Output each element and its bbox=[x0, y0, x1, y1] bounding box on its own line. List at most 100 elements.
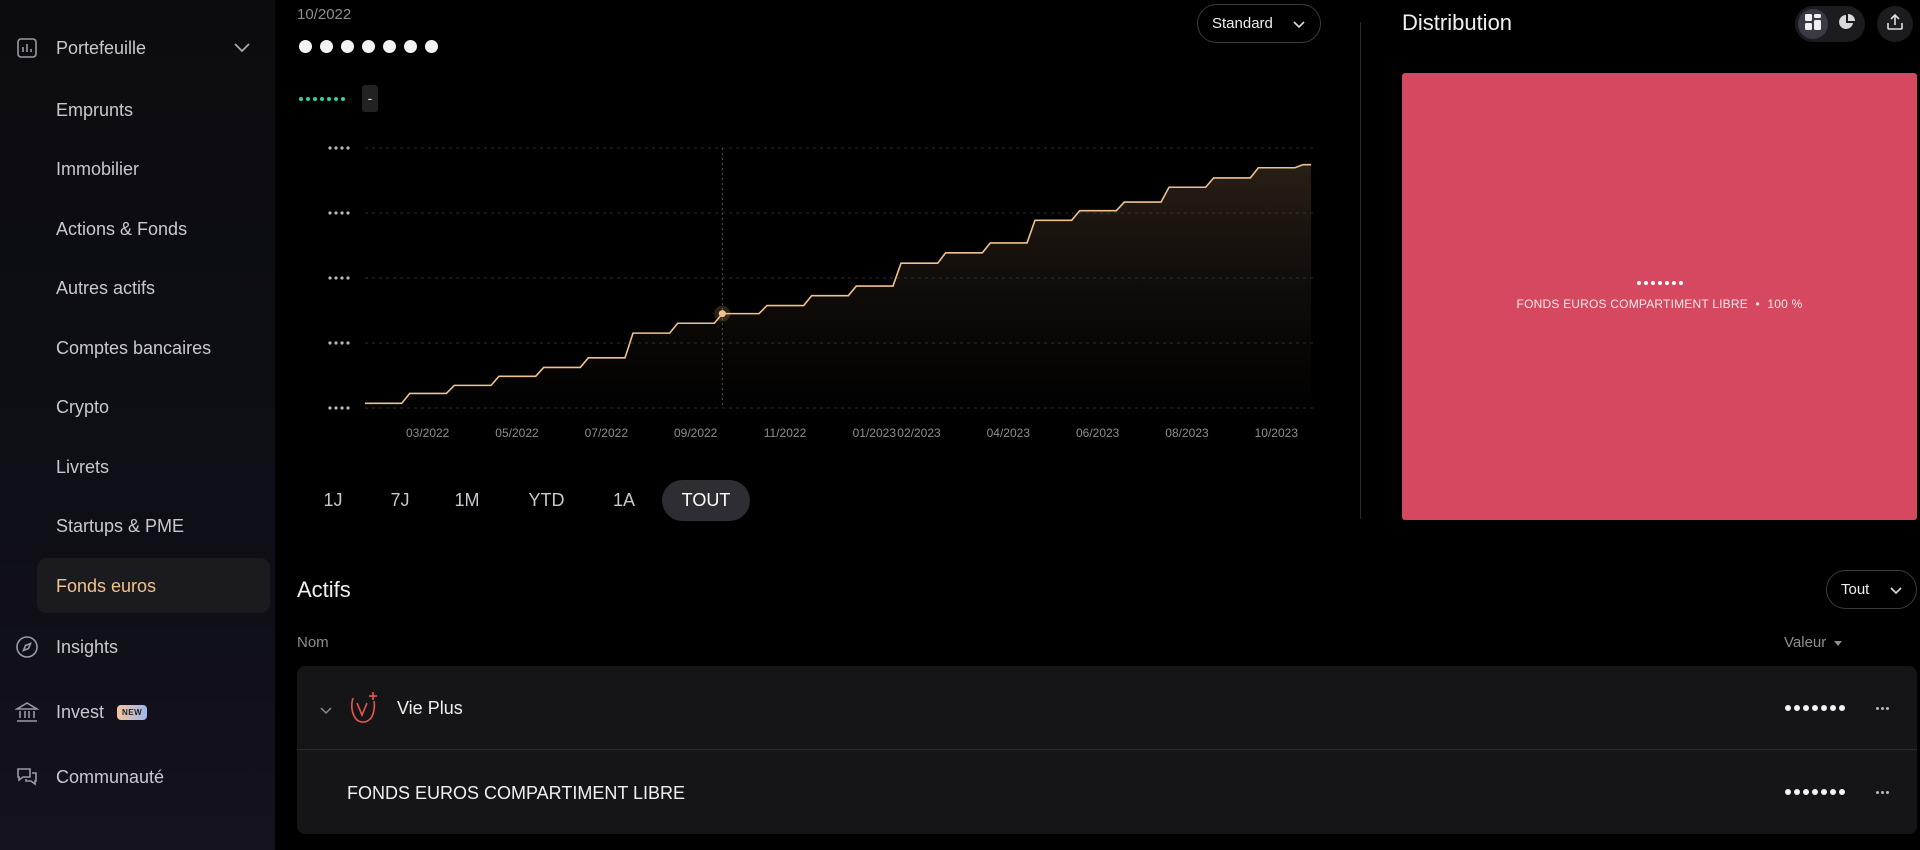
chevron-down-icon[interactable] bbox=[319, 703, 333, 721]
sidebar-item-startups-pme[interactable]: Startups & PME bbox=[0, 506, 275, 546]
x-tick-label: 01/2023 bbox=[853, 426, 897, 440]
sidebar-item-livrets[interactable]: Livrets bbox=[0, 447, 275, 487]
actifs-table: Vie Plus FONDS EUROS COMPARTIMENT LIBRE bbox=[297, 666, 1917, 834]
y-tick-masked bbox=[340, 146, 344, 150]
range-button-7j[interactable]: 7J bbox=[375, 480, 425, 521]
sidebar-item-comptes-bancaires[interactable]: Comptes bancaires bbox=[0, 328, 275, 368]
export-button[interactable] bbox=[1877, 6, 1913, 42]
actifs-filter-select[interactable]: Tout bbox=[1826, 570, 1917, 609]
sidebar-item-insights[interactable]: Insights bbox=[0, 627, 275, 667]
range-button-tout[interactable]: TOUT bbox=[662, 480, 750, 521]
range-button-ytd[interactable]: YTD bbox=[509, 480, 584, 521]
column-header-valeur[interactable]: Valeur bbox=[1784, 634, 1843, 651]
y-tick-masked bbox=[346, 341, 350, 345]
pie-view-button[interactable] bbox=[1832, 9, 1862, 39]
masked-total-value bbox=[299, 40, 438, 53]
share-icon bbox=[1886, 13, 1904, 36]
x-tick-label: 02/2023 bbox=[897, 426, 941, 440]
sidebar-item-label: Communauté bbox=[56, 766, 165, 787]
sort-down-icon bbox=[1833, 634, 1843, 651]
y-tick-masked bbox=[334, 146, 338, 150]
x-tick-label: 03/2022 bbox=[406, 426, 450, 440]
y-tick-masked bbox=[328, 276, 332, 280]
pie-chart-icon bbox=[1838, 13, 1856, 36]
treemap-view-button[interactable] bbox=[1798, 9, 1828, 39]
more-options-icon[interactable] bbox=[1876, 707, 1889, 710]
sidebar-item-emprunts[interactable]: Emprunts bbox=[0, 90, 275, 130]
y-tick-masked bbox=[334, 211, 338, 215]
x-tick-label: 07/2022 bbox=[585, 426, 629, 440]
chevron-down-icon[interactable] bbox=[233, 40, 251, 58]
y-tick-masked bbox=[346, 276, 350, 280]
y-tick-masked bbox=[328, 341, 332, 345]
grid-layout-icon bbox=[1804, 13, 1822, 36]
sidebar-item-actions-fonds[interactable]: Actions & Fonds bbox=[0, 209, 275, 249]
x-tick-label: 06/2023 bbox=[1076, 426, 1120, 440]
x-tick-label: 10/2023 bbox=[1255, 426, 1299, 440]
column-header-valeur-label: Valeur bbox=[1784, 634, 1827, 651]
new-badge: NEW bbox=[117, 704, 148, 720]
evolution-chart[interactable]: 03/2022 05/2022 07/2022 09/2022 11/2022 01/20… bbox=[275, 120, 1335, 450]
y-tick-masked bbox=[334, 341, 338, 345]
chart-area bbox=[365, 164, 1311, 408]
x-tick-label: 08/2023 bbox=[1165, 426, 1209, 440]
actifs-title: Actifs bbox=[297, 577, 351, 602]
range-button-1m[interactable]: 1M bbox=[438, 480, 496, 521]
y-tick-masked bbox=[340, 406, 344, 410]
sidebar-item-label: Comptes bancaires bbox=[56, 337, 212, 358]
main-content: 10/2022 - Standard 03/2022 05/2022 07/2022… bbox=[275, 0, 1920, 850]
sidebar-item-fonds-euros[interactable]: Fonds euros bbox=[0, 566, 275, 606]
masked-variation-value bbox=[299, 97, 345, 101]
sidebar-item-communaute[interactable]: Communauté bbox=[0, 757, 275, 797]
distribution-percent: 100 % bbox=[1767, 297, 1803, 311]
sidebar-item-autres-actifs[interactable]: Autres actifs bbox=[0, 268, 275, 308]
vie-plus-logo-icon bbox=[347, 690, 379, 731]
distribution-treemap-block[interactable]: FONDS EUROS COMPARTIMENT LIBRE • 100 % bbox=[1402, 73, 1917, 520]
bank-icon bbox=[14, 699, 40, 725]
column-header-nom: Nom bbox=[297, 634, 329, 651]
more-options-icon[interactable] bbox=[1876, 791, 1889, 794]
sidebar-item-label: Immobilier bbox=[56, 158, 140, 179]
y-tick-masked bbox=[346, 146, 350, 150]
asset-name: FONDS EUROS COMPARTIMENT LIBRE bbox=[347, 783, 686, 803]
x-tick-label: 05/2022 bbox=[495, 426, 539, 440]
view-mode-select[interactable]: Standard bbox=[1197, 4, 1321, 43]
y-tick-masked bbox=[346, 211, 350, 215]
compass-icon bbox=[14, 634, 40, 660]
y-tick-masked bbox=[328, 406, 332, 410]
y-tick-masked bbox=[340, 341, 344, 345]
table-row[interactable]: Vie Plus bbox=[297, 666, 1917, 750]
sidebar-item-invest[interactable]: Invest NEW bbox=[0, 692, 275, 732]
y-tick-masked bbox=[328, 146, 332, 150]
hover-date: 10/2022 bbox=[297, 6, 352, 23]
y-tick-masked bbox=[340, 276, 344, 280]
chart-icon bbox=[14, 35, 40, 61]
x-tick-label: 11/2022 bbox=[764, 426, 807, 440]
sidebar-item-label: Invest bbox=[56, 701, 105, 722]
sidebar-item-label: Emprunts bbox=[56, 99, 134, 120]
distribution-title: Distribution bbox=[1402, 10, 1513, 35]
x-tick-label: 04/2023 bbox=[987, 426, 1031, 440]
y-tick-masked bbox=[334, 406, 338, 410]
sidebar-item-portefeuille[interactable]: Portefeuille bbox=[0, 28, 275, 68]
chevron-down-icon bbox=[1292, 17, 1306, 34]
x-tick-label: 09/2022 bbox=[674, 426, 718, 440]
distribution-label: FONDS EUROS COMPARTIMENT LIBRE • 100 % bbox=[1516, 297, 1803, 311]
sidebar-item-label: Autres actifs bbox=[56, 277, 156, 298]
sidebar-item-immobilier[interactable]: Immobilier bbox=[0, 149, 275, 189]
sidebar-item-label: Insights bbox=[56, 636, 119, 657]
vertical-divider bbox=[1360, 22, 1361, 519]
range-button-1a[interactable]: 1A bbox=[595, 480, 653, 521]
y-tick-masked bbox=[340, 211, 344, 215]
view-mode-label: Standard bbox=[1212, 15, 1273, 32]
chat-bubbles-icon bbox=[14, 764, 40, 790]
range-button-1j[interactable]: 1J bbox=[308, 480, 358, 521]
hover-point bbox=[718, 310, 726, 318]
sidebar-item-label: Crypto bbox=[56, 396, 110, 417]
sidebar-item-label: Startups & PME bbox=[56, 515, 185, 536]
y-tick-masked bbox=[328, 211, 332, 215]
sidebar-item-crypto[interactable]: Crypto bbox=[0, 387, 275, 427]
table-row[interactable]: FONDS EUROS COMPARTIMENT LIBRE bbox=[297, 750, 1917, 834]
y-tick-masked bbox=[346, 406, 350, 410]
distribution-asset-name: FONDS EUROS COMPARTIMENT LIBRE bbox=[1516, 297, 1748, 311]
